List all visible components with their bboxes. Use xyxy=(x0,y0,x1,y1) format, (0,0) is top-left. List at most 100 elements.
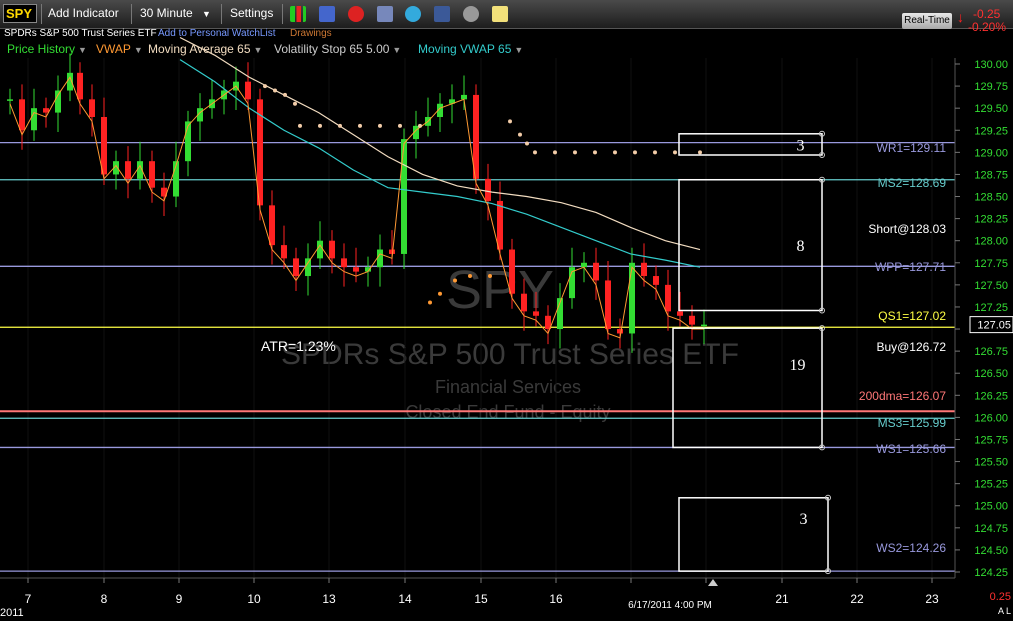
price-tick-label: 129.25 xyxy=(974,125,1008,137)
watermark-sector: Financial Services xyxy=(435,377,581,397)
price-axis[interactable]: 130.00 129.75 129.50 129.25 129.00 128.75 128.… xyxy=(954,58,1013,621)
corner-sub-label: A L xyxy=(998,606,1011,616)
level-label: Buy@126.72 xyxy=(876,340,946,354)
volatility-stop-dot xyxy=(418,123,422,128)
candle-body xyxy=(317,240,323,259)
candle-body xyxy=(389,249,395,254)
vwap-line xyxy=(9,76,704,339)
price-tick-label: 127.75 xyxy=(974,258,1008,270)
volatility-stop-dot xyxy=(283,92,287,97)
candle-body xyxy=(281,245,287,259)
box-label: 19 xyxy=(790,357,806,374)
price-tick-label: 129.00 xyxy=(974,147,1008,159)
candle-body xyxy=(497,200,503,250)
price-tick-label: 126.00 xyxy=(974,412,1008,424)
candle-body xyxy=(509,249,515,294)
volatility-stop-dot xyxy=(533,150,537,155)
candle-body xyxy=(101,117,107,175)
volatility-stop-dot xyxy=(438,291,442,296)
box-label: 3 xyxy=(800,511,808,528)
candle-body xyxy=(329,240,335,259)
price-tick-label: 129.50 xyxy=(974,103,1008,115)
time-tick-label: 13 xyxy=(322,592,336,606)
candle-body xyxy=(19,99,25,131)
candle-body xyxy=(533,311,539,316)
volatility-stop-dot xyxy=(508,119,512,124)
price-tick-label: 126.25 xyxy=(974,390,1008,402)
volatility-stop-dot xyxy=(428,300,432,305)
price-tick-label: 127.25 xyxy=(974,302,1008,314)
level-label: WS2=124.26 xyxy=(876,541,946,555)
candle-body xyxy=(653,276,659,285)
level-label: MS3=125.99 xyxy=(878,416,947,430)
level-label: 200dma=126.07 xyxy=(859,389,946,403)
candle-body xyxy=(7,99,13,101)
level-label: MS2=128.69 xyxy=(878,176,947,190)
volatility-stop-dot xyxy=(653,150,657,155)
volatility-stop-dot xyxy=(573,150,577,155)
candle-body xyxy=(665,284,671,312)
price-tick-label: 124.25 xyxy=(974,567,1008,579)
candle-body xyxy=(521,293,527,312)
time-tick-label: 21 xyxy=(775,592,789,606)
price-tick-label: 129.75 xyxy=(974,81,1008,93)
time-tick-label: 23 xyxy=(925,592,939,606)
atr-label: ATR=1.23% xyxy=(261,338,336,354)
candle-body xyxy=(269,205,275,246)
price-tick-label: 127.50 xyxy=(974,280,1008,292)
corner-label: 0.25 xyxy=(990,591,1011,603)
candle-body xyxy=(677,311,683,316)
level-label: WR1=129.11 xyxy=(877,141,947,155)
price-tick-label: 130.00 xyxy=(974,59,1008,71)
volatility-stop-dot xyxy=(613,150,617,155)
price-tick-label: 124.50 xyxy=(974,545,1008,557)
cursor-time-label: 6/17/2011 4:00 PM xyxy=(628,600,712,611)
price-tick-label: 128.25 xyxy=(974,214,1008,226)
volatility-stop-dot xyxy=(518,132,522,137)
candle-body xyxy=(341,258,347,268)
candle-body xyxy=(77,72,83,100)
time-tick-label: 7 xyxy=(25,592,32,606)
last-price-label: 127.05 xyxy=(977,320,1011,332)
watermark-name: SPDRs S&P 500 Trust Series ETF xyxy=(281,338,739,371)
price-tick-label: 126.75 xyxy=(974,346,1008,358)
price-axis-bg xyxy=(955,58,1013,621)
candle-body xyxy=(629,262,635,334)
price-tick-label: 125.00 xyxy=(974,501,1008,513)
price-tick-label: 126.50 xyxy=(974,368,1008,380)
candle-body xyxy=(149,161,155,188)
price-tick-label: 128.75 xyxy=(974,169,1008,181)
indicator-overlays xyxy=(9,36,704,339)
time-tick-label: 9 xyxy=(176,592,183,606)
price-tick-label: 125.25 xyxy=(974,479,1008,491)
box-label: 8 xyxy=(797,238,805,255)
candle-body xyxy=(125,161,131,179)
candle-body xyxy=(31,108,37,131)
price-chart[interactable]: SPY SPDRs S&P 500 Trust Series ETF Finan… xyxy=(0,0,1013,621)
box-label: 3 xyxy=(797,137,805,154)
time-axis-year: 2011 xyxy=(0,607,24,619)
price-tick-label: 125.50 xyxy=(974,457,1008,469)
level-label: WPP=127.71 xyxy=(875,260,946,274)
candle-body xyxy=(617,329,623,334)
volatility-stop-dot xyxy=(553,150,557,155)
watermark-symbol: SPY xyxy=(446,260,554,320)
candle-body xyxy=(305,258,311,277)
volatility-stop-dot xyxy=(318,123,322,128)
cursor-marker xyxy=(708,579,718,586)
candle-body xyxy=(641,262,647,277)
level-box xyxy=(678,497,829,572)
volatility-stop-dot xyxy=(378,123,382,128)
candle-body xyxy=(293,258,299,277)
candle-body xyxy=(701,324,707,327)
level-label: Short@128.03 xyxy=(868,222,946,236)
candle-body xyxy=(581,262,587,268)
time-axis[interactable]: 7 8 9 10 13 14 15 16 21 22 23 2011 6/17/2011 4:00 PM xyxy=(0,577,955,619)
candle-body xyxy=(377,249,383,268)
level-label: QS1=127.02 xyxy=(878,309,946,323)
volatility-stop-dot xyxy=(488,274,492,279)
candle-body xyxy=(401,139,407,254)
volatility-stop-dot xyxy=(273,88,277,93)
volatility-stop-dot xyxy=(525,141,529,146)
candle-body xyxy=(43,108,49,113)
